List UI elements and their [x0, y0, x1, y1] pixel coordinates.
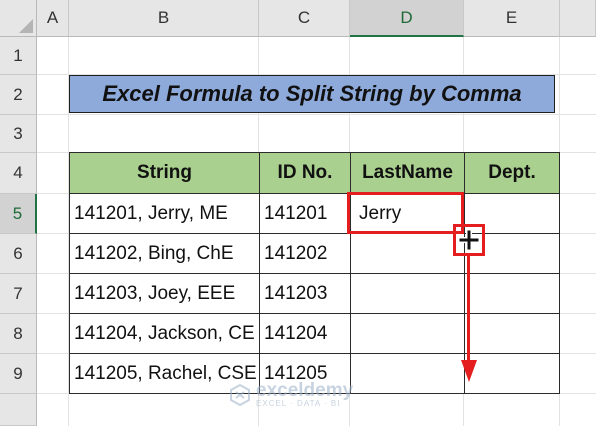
row-header-5[interactable]: 5: [0, 194, 37, 234]
drag-arrow-line: [467, 256, 470, 364]
column-header-c[interactable]: C: [259, 0, 350, 37]
watermark-name: exceldemy: [256, 380, 354, 401]
row-header-10[interactable]: [0, 394, 37, 426]
header-lastname[interactable]: LastName: [350, 152, 465, 194]
row-header-9[interactable]: 9: [0, 354, 37, 394]
table-cell-string[interactable]: 141202, Bing, ChE: [69, 233, 260, 274]
row-header-1[interactable]: 1: [0, 37, 37, 75]
gridline: [37, 114, 596, 115]
row-header-3[interactable]: 3: [0, 115, 37, 153]
fill-handle-cursor-icon[interactable]: [457, 228, 481, 252]
column-header-a[interactable]: A: [37, 0, 69, 37]
exceldemy-watermark: exceldemy EXCEL · DATA · BI: [228, 381, 353, 408]
table-cell-lastname[interactable]: [350, 233, 465, 274]
sheet-title[interactable]: Excel Formula to Split String by Comma: [69, 75, 555, 113]
table-cell-id[interactable]: 141203: [259, 273, 351, 314]
watermark-tagline: EXCEL · DATA · BI: [256, 399, 341, 408]
watermark-text: exceldemy EXCEL · DATA · BI: [256, 381, 353, 408]
header-dept[interactable]: Dept.: [464, 152, 560, 194]
table-cell-string[interactable]: 141201, Jerry, ME: [69, 193, 260, 234]
column-header-f[interactable]: [560, 0, 596, 37]
table-cell-lastname[interactable]: [350, 353, 465, 394]
table-cell-lastname[interactable]: [350, 273, 465, 314]
table-cell-lastname[interactable]: [350, 313, 465, 354]
table-cell-id[interactable]: 141204: [259, 313, 351, 354]
header-string[interactable]: String: [69, 152, 260, 194]
row-header-4[interactable]: 4: [0, 153, 37, 194]
row-header-7[interactable]: 7: [0, 274, 37, 314]
table-cell-dept[interactable]: [464, 273, 560, 314]
row-header-2[interactable]: 2: [0, 75, 37, 115]
table-cell-dept[interactable]: [464, 313, 560, 354]
select-all-corner[interactable]: [0, 0, 37, 37]
column-header-d[interactable]: D: [350, 0, 464, 37]
table-cell-string[interactable]: 141204, Jackson, CE: [69, 313, 260, 354]
row-header-6[interactable]: 6: [0, 234, 37, 274]
down-arrow-icon: [461, 360, 477, 382]
table-cell-id[interactable]: 141201: [259, 193, 351, 234]
exceldemy-logo-icon: [230, 383, 250, 406]
active-cell-highlight: [347, 192, 464, 234]
table-cell-dept[interactable]: [464, 353, 560, 394]
table-cell-id[interactable]: 141202: [259, 233, 351, 274]
header-id-no[interactable]: ID No.: [259, 152, 351, 194]
column-header-b[interactable]: B: [69, 0, 259, 37]
spreadsheet-grid: A B C D E 1 2 3 4 5 6 7 8 9 Excel Formul…: [0, 0, 596, 426]
table-cell-string[interactable]: 141203, Joey, EEE: [69, 273, 260, 314]
column-header-e[interactable]: E: [464, 0, 560, 37]
row-header-8[interactable]: 8: [0, 314, 37, 354]
